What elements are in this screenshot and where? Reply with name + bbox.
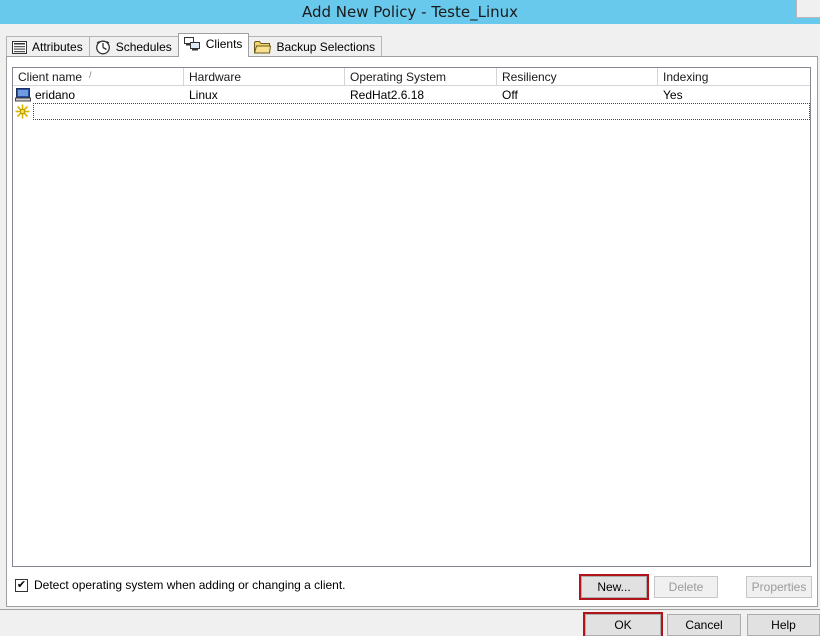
check-mark-icon: ✔ xyxy=(16,578,27,591)
list-header: Client name / Hardware Operating System … xyxy=(13,68,810,86)
column-header-indexing[interactable]: Indexing xyxy=(658,68,810,86)
column-label: Indexing xyxy=(663,70,709,84)
close-button[interactable] xyxy=(796,0,820,18)
cell-resiliency: Off xyxy=(502,87,518,102)
properties-button[interactable]: Properties xyxy=(746,576,812,598)
table-row[interactable]: eridano Linux RedHat2.6.18 Off Yes xyxy=(13,86,810,103)
new-button[interactable]: New... xyxy=(579,574,649,600)
tab-attributes-label: Attributes xyxy=(32,40,83,54)
detect-os-label: Detect operating system when adding or c… xyxy=(34,578,346,592)
schedules-icon xyxy=(95,40,111,55)
clients-icon xyxy=(183,37,201,51)
delete-button[interactable]: Delete xyxy=(654,576,718,598)
window-title: Add New Policy - Teste_Linux xyxy=(301,3,519,21)
cell-operating-system: RedHat2.6.18 xyxy=(350,87,425,102)
column-header-resiliency[interactable]: Resiliency xyxy=(497,68,658,86)
folder-icon xyxy=(254,40,272,54)
tab-attributes[interactable]: Attributes xyxy=(6,36,90,57)
new-client-row[interactable] xyxy=(13,103,810,120)
cell-hardware: Linux xyxy=(189,87,218,102)
detect-os-option[interactable]: ✔ Detect operating system when adding or… xyxy=(15,578,346,592)
column-header-hardware[interactable]: Hardware xyxy=(184,68,345,86)
title-bar: Add New Policy - Teste_Linux xyxy=(0,0,820,24)
ok-button[interactable]: OK xyxy=(583,612,663,636)
column-label: Hardware xyxy=(189,70,242,84)
tab-backup-selections-label: Backup Selections xyxy=(276,40,376,54)
column-label: Client name xyxy=(18,70,83,84)
column-header-operating-system[interactable]: Operating System xyxy=(345,68,497,86)
sort-indicator: / xyxy=(89,70,92,80)
cancel-button[interactable]: Cancel xyxy=(667,614,741,636)
tab-clients-label: Clients xyxy=(205,37,243,51)
tab-strip: Attributes Schedules Clients Backup Sele… xyxy=(6,33,383,57)
tab-schedules[interactable]: Schedules xyxy=(88,36,179,57)
column-label: Operating System xyxy=(350,70,447,84)
client-list[interactable]: Client name / Hardware Operating System … xyxy=(12,67,811,567)
client-computer-icon xyxy=(15,87,31,102)
help-button[interactable]: Help xyxy=(747,614,820,636)
tab-backup-selections[interactable]: Backup Selections xyxy=(248,36,383,57)
tab-schedules-label: Schedules xyxy=(115,40,172,54)
new-client-name-input[interactable] xyxy=(33,103,810,120)
column-header-client-name[interactable]: Client name / xyxy=(13,68,184,86)
new-entry-icon xyxy=(15,104,30,119)
attributes-icon xyxy=(12,40,27,54)
cell-indexing: Yes xyxy=(663,87,683,102)
column-label: Resiliency xyxy=(502,70,557,84)
footer-separator xyxy=(0,609,820,610)
tab-clients[interactable]: Clients xyxy=(177,33,250,57)
detect-os-checkbox[interactable]: ✔ xyxy=(15,578,28,592)
client-name-text: eridano xyxy=(35,87,76,102)
cell-client-name: eridano xyxy=(13,87,184,102)
